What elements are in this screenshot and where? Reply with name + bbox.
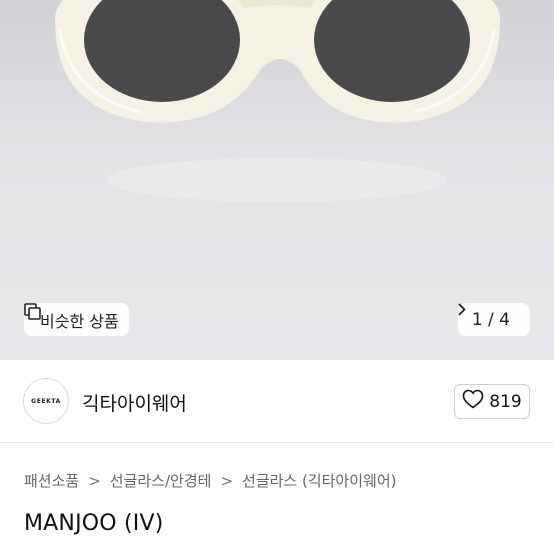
seller-name[interactable]: 긱타아이웨어: [82, 389, 187, 416]
seller-avatar[interactable]: GEEKTA: [23, 378, 69, 424]
like-button[interactable]: 819: [454, 384, 530, 419]
heart-outline-icon: [462, 389, 484, 414]
breadcrumb-item[interactable]: 선글라스 (긱타아이웨어): [242, 470, 396, 491]
like-count: 819: [489, 391, 522, 412]
product-title: MANJOO (IV): [24, 511, 164, 536]
breadcrumb: 패션소품 > 선글라스/안경테 > 선글라스 (긱타아이웨어): [24, 470, 397, 491]
product-image[interactable]: 비슷한 상품 1 / 4: [0, 0, 554, 360]
breadcrumb-item[interactable]: 선글라스/안경테: [110, 470, 212, 491]
image-counter-button[interactable]: 1 / 4: [457, 303, 530, 336]
similar-products-button[interactable]: 비슷한 상품: [24, 303, 129, 336]
breadcrumb-item[interactable]: 패션소품: [24, 470, 79, 491]
seller-row[interactable]: GEEKTA 긱타아이웨어 819: [0, 360, 554, 443]
chevron-right-icon: >: [88, 471, 101, 490]
chevron-right-icon: >: [220, 471, 234, 490]
image-counter-text: 1 / 4: [471, 309, 510, 330]
seller-avatar-text: GEEKTA: [31, 397, 61, 405]
similar-products-label: 비슷한 상품: [40, 311, 119, 331]
